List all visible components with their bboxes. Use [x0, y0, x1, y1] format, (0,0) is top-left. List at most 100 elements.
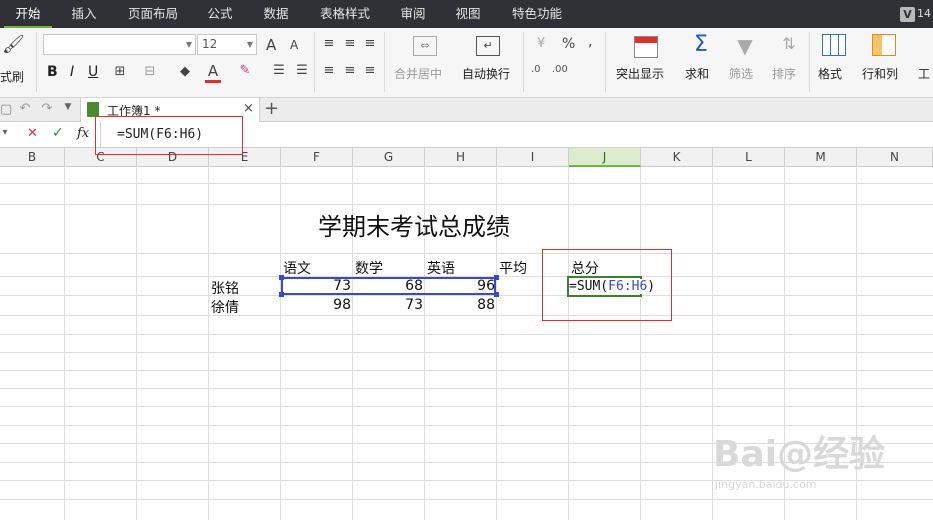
tab-data[interactable]: 数据 [252, 0, 300, 28]
chevron-down-icon[interactable]: ▼ [62, 102, 74, 112]
gridline [0, 253, 933, 254]
merge-center-icon[interactable]: ⇔ [413, 36, 437, 56]
decrease-decimal-button[interactable]: .00 [552, 64, 568, 75]
bold-button[interactable]: B [47, 64, 58, 80]
column-header[interactable]: F [281, 148, 353, 167]
indent-decrease-icon[interactable]: ☰ [293, 63, 311, 78]
confirm-button[interactable]: ✓ [52, 125, 64, 141]
tab-special[interactable]: 特色功能 [502, 0, 572, 28]
tab-page-layout[interactable]: 页面布局 [118, 0, 188, 28]
rows-columns-icon[interactable] [872, 34, 896, 56]
conditional-format-icon[interactable] [634, 36, 658, 58]
column-header[interactable]: I [497, 148, 569, 167]
divider [523, 32, 524, 92]
format-icon[interactable] [822, 34, 846, 56]
grow-font-button[interactable]: A [266, 36, 276, 54]
column-header-selected[interactable]: J [569, 148, 641, 167]
undo-icon[interactable]: ↶ [18, 101, 32, 116]
header-math-cell[interactable]: 数学 [355, 258, 383, 278]
filter-button[interactable]: 筛选 [729, 65, 753, 82]
cell-fill-icon[interactable]: ⊟ [140, 64, 160, 79]
column-header[interactable]: N [857, 148, 933, 167]
score-cell[interactable]: 73 [355, 297, 423, 313]
header-average-cell[interactable]: 平均 [499, 258, 527, 278]
column-header[interactable]: M [785, 148, 857, 167]
align-center-icon[interactable]: ≡ [341, 63, 359, 78]
percent-button[interactable]: % [562, 36, 575, 52]
add-tab-button[interactable]: + [264, 98, 279, 119]
increase-decimal-button[interactable]: .0 [531, 64, 541, 75]
wrap-text-icon[interactable]: ↵ [476, 36, 500, 56]
format-painter-icon[interactable]: 🖌 [2, 34, 25, 55]
redo-icon[interactable]: ↷ [40, 101, 54, 116]
worksheet-button[interactable]: 工 [918, 65, 930, 82]
student-name-cell[interactable]: 张铭 [211, 278, 239, 298]
sheet-title-cell[interactable]: 学期末考试总成绩 [318, 207, 510, 242]
name-box-dropdown[interactable]: ▾ [0, 127, 10, 138]
gridline [0, 295, 933, 296]
range-handle[interactable] [279, 292, 284, 297]
align-left-icon[interactable]: ≡ [320, 63, 338, 78]
student-name-cell[interactable]: 徐倩 [211, 297, 239, 317]
font-size-input[interactable]: 12 ▼ [197, 34, 257, 55]
tab-review[interactable]: 审阅 [389, 0, 437, 28]
gridline [0, 370, 933, 371]
merge-center-button[interactable]: 合并居中 [394, 65, 442, 82]
shrink-font-button[interactable]: A [290, 38, 298, 52]
font-color-icon[interactable]: A [205, 62, 221, 83]
spreadsheet-icon [87, 102, 99, 117]
column-header[interactable]: H [425, 148, 497, 167]
highlight-button[interactable]: 突出显示 [616, 65, 664, 82]
fill-color-icon[interactable]: ◆ [175, 64, 195, 79]
new-doc-icon[interactable]: ▢ [0, 102, 12, 117]
align-top-icon[interactable]: ≡ [320, 36, 338, 51]
header-chinese-cell[interactable]: 语文 [283, 258, 311, 278]
range-handle[interactable] [494, 275, 499, 280]
filter-icon[interactable]: ▼ [734, 34, 756, 58]
chevron-down-icon[interactable]: ▼ [186, 35, 192, 54]
app-badge[interactable]: V [900, 7, 915, 22]
sort-icon[interactable]: ⇅ [778, 34, 800, 53]
chevron-down-icon[interactable]: ▼ [247, 35, 253, 54]
app-badge-text: 14 [917, 7, 931, 20]
tab-insert[interactable]: 插入 [60, 0, 108, 28]
tab-table-style[interactable]: 表格样式 [310, 0, 380, 28]
italic-button[interactable]: I [70, 64, 74, 80]
sort-button[interactable]: 排序 [772, 65, 796, 82]
underline-button[interactable]: U [88, 64, 98, 80]
sum-icon[interactable]: Σ [690, 32, 712, 57]
format-painter-label[interactable]: 式刷 [0, 68, 24, 85]
insert-function-button[interactable]: fx [77, 126, 89, 141]
annotation-box [95, 116, 243, 155]
tab-home[interactable]: 开始 [4, 0, 52, 28]
align-bottom-icon[interactable]: ≡ [361, 36, 379, 51]
column-header[interactable]: L [713, 148, 785, 167]
align-middle-icon[interactable]: ≡ [341, 36, 359, 51]
tab-view[interactable]: 视图 [444, 0, 492, 28]
align-right-icon[interactable]: ≡ [361, 63, 379, 78]
rows-columns-button[interactable]: 行和列 [862, 65, 898, 82]
range-handle[interactable] [494, 292, 499, 297]
wrap-text-button[interactable]: 自动换行 [462, 65, 510, 82]
column-header[interactable]: K [641, 148, 713, 167]
score-cell[interactable]: 98 [283, 297, 351, 313]
gridline [0, 183, 933, 184]
column-header[interactable]: B [0, 148, 65, 167]
format-button[interactable]: 格式 [818, 65, 842, 82]
column-header[interactable]: G [353, 148, 425, 167]
indent-increase-icon[interactable]: ☰ [270, 63, 288, 78]
currency-icon[interactable]: ¥ [530, 36, 552, 51]
header-english-cell[interactable]: 英语 [427, 258, 455, 278]
comma-button[interactable]: , [588, 34, 592, 50]
clear-format-icon[interactable]: ✎ [236, 63, 254, 78]
gridline [640, 167, 641, 520]
tab-formulas[interactable]: 公式 [196, 0, 244, 28]
range-handle[interactable] [279, 275, 284, 280]
cancel-button[interactable]: ✕ [27, 126, 38, 141]
divider [314, 32, 315, 92]
score-cell[interactable]: 88 [427, 297, 495, 313]
sum-button[interactable]: 求和 [685, 65, 709, 82]
close-icon[interactable]: × [243, 101, 254, 116]
border-icon[interactable]: ⊞ [110, 64, 130, 79]
font-name-input[interactable]: ▼ [43, 34, 196, 55]
